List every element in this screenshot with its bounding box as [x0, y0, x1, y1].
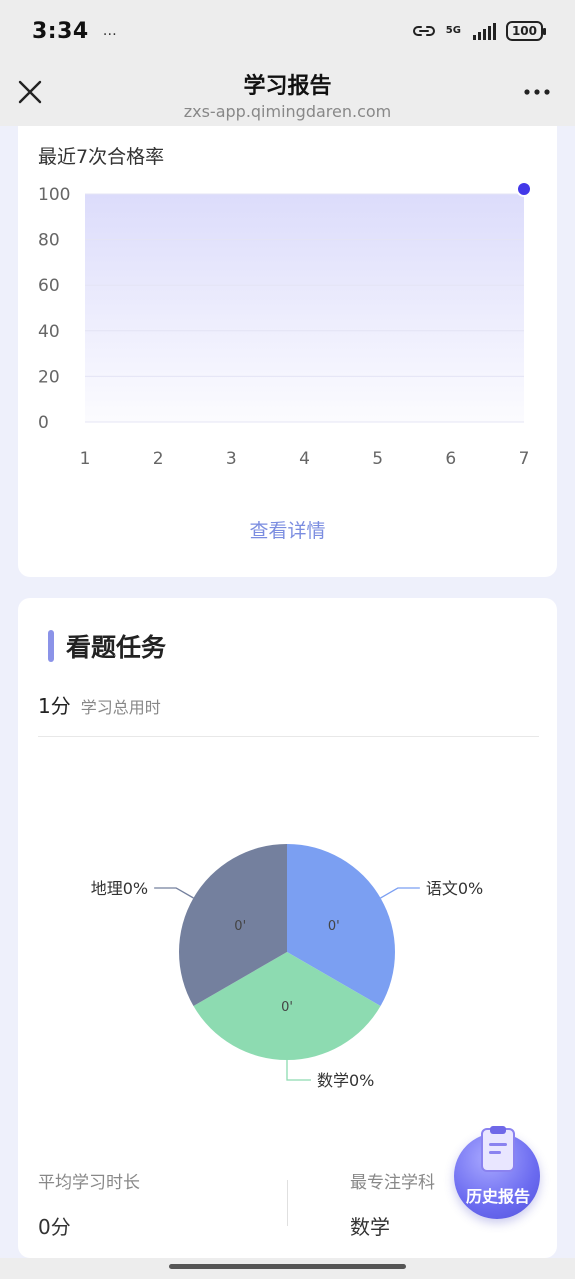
network-label: 5G	[445, 25, 461, 36]
pie-leader-line	[154, 887, 194, 899]
home-indicator[interactable]	[169, 1264, 406, 1269]
subject-pie-chart: 0' 语文0% 0' 数学0% 0' 地理0%	[91, 844, 483, 1090]
status-bar: 3:34 … 5G 100	[0, 0, 575, 62]
status-icons: …	[102, 23, 117, 39]
link-icon	[412, 26, 435, 36]
pie-inner-label: 0'	[328, 919, 340, 934]
pie-inner-label: 0'	[234, 919, 246, 934]
pie-outer-label: 语文0%	[426, 879, 483, 898]
avg-time-value: 0分	[38, 1215, 71, 1239]
pie-outer-label: 地理0%	[91, 879, 148, 898]
x-tick-label: 5	[372, 449, 383, 469]
pass-rate-card: 最近7次合格率 100 80 60 40 20 0 1 2 3 4 5 6 7 查看详情	[18, 126, 557, 577]
divider	[38, 736, 539, 737]
y-tick-label: 20	[38, 367, 60, 387]
chart-area-fill	[85, 194, 524, 422]
y-tick-label: 40	[38, 322, 60, 342]
data-point	[518, 183, 530, 195]
page-title: 学习报告	[243, 73, 332, 99]
avg-time-stat: 平均学习时长 0分	[38, 1168, 140, 1240]
y-tick-label: 80	[38, 231, 60, 251]
report-document-icon	[481, 1126, 515, 1172]
more-icon[interactable]	[523, 82, 551, 102]
title-accent-bar	[48, 630, 54, 662]
close-icon[interactable]	[16, 78, 44, 106]
total-time-label: 学习总用时	[80, 698, 161, 717]
battery-indicator: 100	[505, 21, 547, 41]
page-url: zxs-app.qimingdaren.com	[183, 101, 392, 121]
pass-rate-chart: 100 80 60 40 20 0 1 2 3 4 5 6 7	[38, 181, 532, 469]
x-tick-label: 1	[80, 449, 91, 469]
signal-icon	[472, 22, 496, 40]
view-details-link[interactable]: 查看详情	[18, 516, 557, 543]
history-button-label: 历史报告	[465, 1187, 530, 1206]
y-tick-label: 100	[38, 185, 70, 205]
x-tick-label: 2	[153, 449, 164, 469]
pie-leader-line	[286, 1060, 311, 1081]
focus-subject-label: 最专注学科	[350, 1173, 435, 1193]
x-tick-label: 6	[445, 449, 456, 469]
y-tick-label: 60	[38, 276, 60, 296]
x-tick-label: 3	[226, 449, 237, 469]
x-tick-label: 7	[519, 449, 530, 469]
nav-bar: 学习报告 zxs-app.qimingdaren.com	[0, 62, 575, 126]
chart-title: 最近7次合格率	[38, 146, 165, 168]
pie-leader-line	[380, 887, 420, 899]
focus-subject-value: 数学	[350, 1215, 390, 1239]
total-time-value: 1分	[38, 694, 71, 718]
task-title: 看题任务	[66, 633, 167, 662]
avg-time-label: 平均学习时长	[38, 1173, 140, 1193]
stat-divider	[287, 1180, 288, 1226]
history-report-button[interactable]: 历史报告	[454, 1125, 542, 1219]
x-tick-label: 4	[299, 449, 310, 469]
focus-subject-stat: 最专注学科 数学	[350, 1168, 435, 1240]
pie-inner-label: 0'	[281, 1000, 293, 1015]
pie-outer-label: 数学0%	[317, 1071, 374, 1090]
y-tick-label: 0	[38, 413, 49, 433]
status-time: 3:34	[32, 18, 89, 44]
